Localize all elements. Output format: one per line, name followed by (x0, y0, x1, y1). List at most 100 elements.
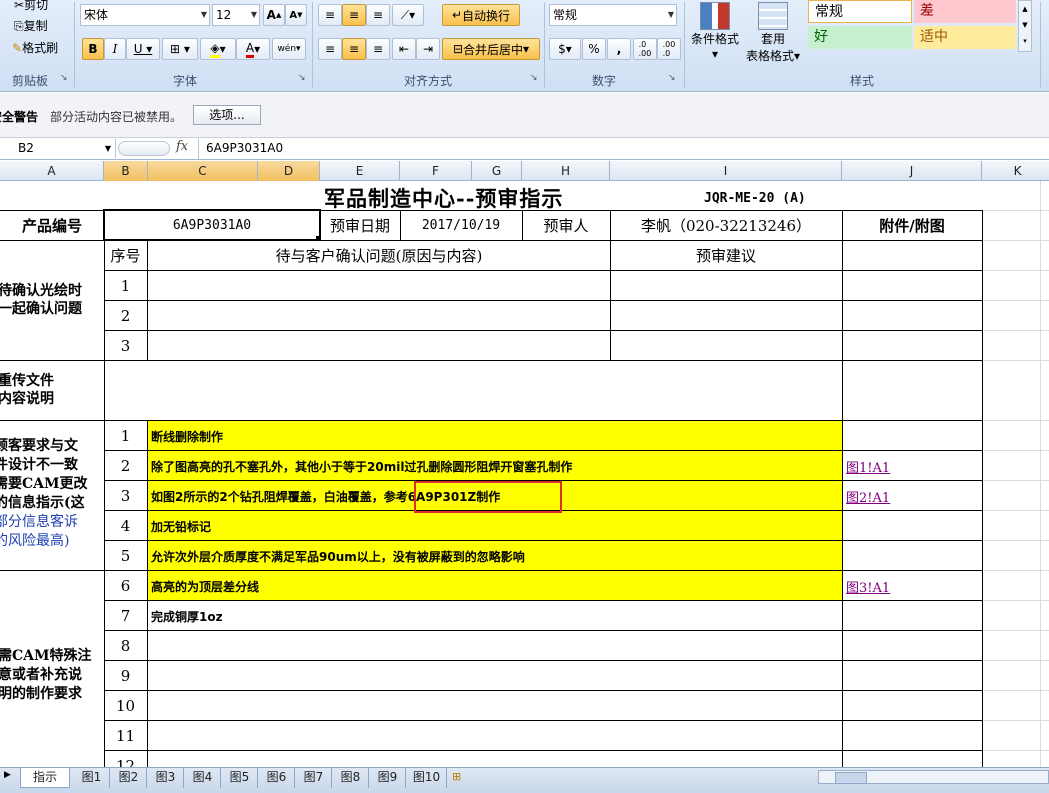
column-header-b[interactable]: B (104, 161, 148, 181)
security-warning-message: 部分活动内容已被禁用。 (50, 110, 183, 124)
column-header-e[interactable]: E (320, 161, 400, 181)
tab-sheet[interactable]: 图7 (296, 768, 332, 788)
number-launcher-icon[interactable]: ↘ (668, 73, 676, 83)
align-left-button[interactable]: ≡ (318, 38, 342, 60)
table-brush-icon (758, 2, 788, 30)
section3-label: 顾客要求与文 件设计不一致 需要CAM更改 的信息指示(这 部分信息客诉 的风险… (0, 438, 88, 549)
alignment-launcher-icon[interactable]: ↘ (530, 73, 538, 83)
column-header-c[interactable]: C (148, 161, 258, 181)
column-header-g[interactable]: G (472, 161, 522, 181)
format-as-table-button[interactable]: 套用 表格格式▾ (742, 2, 804, 66)
phonetic-icon: wén▾ (277, 44, 301, 54)
worksheet-grid[interactable]: 军品制造中心--预审指示 JQR-ME-20 (A) 产品编号 6A9P3031… (0, 181, 1049, 767)
sheet-title: 军品制造中心--预审指示 (324, 186, 564, 211)
align-bottom-button[interactable]: ≡ (366, 4, 390, 26)
tab-sheet[interactable]: 图2 (111, 768, 147, 788)
tab-scroll-first-icon[interactable]: ▶ (4, 770, 11, 780)
style-neutral[interactable]: 适中 (914, 26, 1016, 49)
font-color-button[interactable]: A ▾ (236, 38, 270, 60)
cut-button[interactable]: ✂剪切 (14, 0, 48, 13)
style-bad[interactable]: 差 (914, 0, 1016, 23)
column-header-j[interactable]: J (842, 161, 982, 181)
italic-button[interactable]: I (104, 38, 126, 60)
style-normal[interactable]: 常规 (808, 0, 912, 23)
row-text[interactable]: 高亮的为顶层差分线 (151, 578, 259, 595)
tab-sheet[interactable]: 图6 (259, 768, 295, 788)
chevron-down-icon: ▼ (104, 144, 111, 153)
align-right-button[interactable]: ≡ (366, 38, 390, 60)
align-top-button[interactable]: ≡ (318, 4, 342, 26)
formula-splitter[interactable] (118, 141, 170, 156)
row-number: 2 (120, 456, 131, 475)
decrease-decimal-button[interactable]: .00.0 (657, 38, 681, 60)
review-date-value[interactable]: 2017/10/19 (400, 211, 522, 240)
decrease-indent-button[interactable]: ⇤ (392, 38, 416, 60)
font-launcher-icon[interactable]: ↘ (298, 73, 306, 83)
styles-scroll[interactable]: ▲ ▼ ▾ (1018, 0, 1032, 52)
increase-indent-button[interactable]: ⇥ (416, 38, 440, 60)
sec1-row-number: 2 (120, 306, 131, 325)
merge-center-button[interactable]: ⊟ 合并后居中 ▾ (442, 38, 540, 60)
align-center-button[interactable]: ≡ (342, 38, 366, 60)
reviewer-value[interactable]: 李帆（020-32213246） (610, 211, 842, 240)
column-header-d[interactable]: D (258, 161, 320, 181)
row-link[interactable]: 图1!A1 (846, 457, 890, 476)
increase-decimal-button[interactable]: .0.00 (633, 38, 657, 60)
row-link[interactable]: 图3!A1 (846, 577, 890, 596)
options-button[interactable]: 选项... (193, 105, 261, 125)
tab-sheet[interactable]: 图1 (74, 768, 110, 788)
row-text[interactable]: 加无铅标记 (151, 518, 211, 535)
underline-button[interactable]: U ▾ (126, 38, 160, 60)
currency-button[interactable]: $▾ (549, 38, 581, 60)
clipboard-launcher-icon[interactable]: ↘ (60, 73, 68, 83)
row-text[interactable]: 允许次外层介质厚度不满足军品90um以上，没有被屏蔽到的忽略影响 (151, 548, 525, 565)
tab-sheet[interactable]: 图5 (222, 768, 258, 788)
number-format-select[interactable]: 常规 ▼ (549, 4, 677, 26)
border-button[interactable]: ⊞ ▾ (162, 38, 198, 60)
tab-sheet[interactable]: 图8 (333, 768, 369, 788)
issue-header: 待与客户确认问题(原因与内容) (275, 247, 483, 265)
insert-function-icon[interactable]: fx (176, 139, 188, 154)
row-text[interactable]: 完成铜厚1oz (151, 608, 223, 625)
style-good[interactable]: 好 (808, 26, 912, 49)
bold-button[interactable]: B (82, 38, 104, 60)
percent-button[interactable]: % (582, 38, 606, 60)
name-box[interactable]: B2 ▼ (0, 139, 116, 158)
column-header-k[interactable]: K (982, 161, 1049, 181)
phonetic-button[interactable]: wén▾ (272, 38, 306, 60)
product-value[interactable]: 6A9P3031A0 (104, 211, 320, 240)
fill-color-button[interactable]: ◈ ▾ (200, 38, 236, 60)
conditional-format-button[interactable]: 条件格式 ▾ (690, 2, 740, 66)
section1-label: 待确认光绘时 一起确认问题 (0, 283, 82, 317)
column-header-h[interactable]: H (522, 161, 610, 181)
align-middle-button[interactable]: ≡ (342, 4, 366, 26)
grow-font-button[interactable]: A ▲ (263, 4, 285, 26)
column-header-f[interactable]: F (400, 161, 472, 181)
copy-button[interactable]: ⎘复制 (14, 17, 48, 34)
column-header-i[interactable]: I (610, 161, 842, 181)
tab-sheet[interactable]: 图4 (185, 768, 221, 788)
number-group-label: 数字 (591, 74, 616, 88)
orientation-button[interactable]: ⟋▾ (392, 4, 424, 26)
tab-sheet[interactable]: 图3 (148, 768, 184, 788)
row-text[interactable]: 断线删除制作 (151, 428, 223, 445)
comma-button[interactable]: , (607, 38, 631, 60)
horizontal-scrollbar[interactable] (818, 770, 1049, 784)
row-text[interactable]: 除了图高亮的孔不塞孔外，其他小于等于20mil过孔删除圆形阻焊开窗塞孔制作 (151, 458, 572, 475)
scrollbar-thumb[interactable] (835, 772, 867, 784)
sheet-tab-bar: ▶ 指示 图1 图2 图3 图4 图5 图6 图7 图8 图9 图10 ⊞ (0, 767, 1049, 793)
tab-sheet-indicator[interactable]: 指示 (20, 768, 70, 788)
font-group-label: 字体 (172, 74, 197, 88)
insert-sheet-icon[interactable]: ⊞ (452, 770, 461, 783)
wrap-text-button[interactable]: ↵ 自动换行 (442, 4, 520, 26)
column-header-a[interactable]: A (0, 161, 104, 181)
shrink-font-button[interactable]: A ▼ (285, 4, 307, 26)
formula-input[interactable]: 6A9P3031A0 (198, 138, 1049, 159)
tab-sheet[interactable]: 图9 (370, 768, 406, 788)
font-name-select[interactable]: 宋体 ▼ (80, 4, 210, 26)
tab-sheet[interactable]: 图10 (407, 768, 447, 788)
row-link[interactable]: 图2!A1 (846, 487, 890, 506)
format-painter-button[interactable]: ✎格式刷 (12, 39, 58, 56)
scissors-icon: ✂ (14, 0, 25, 12)
font-size-select[interactable]: 12 ▼ (212, 4, 260, 26)
